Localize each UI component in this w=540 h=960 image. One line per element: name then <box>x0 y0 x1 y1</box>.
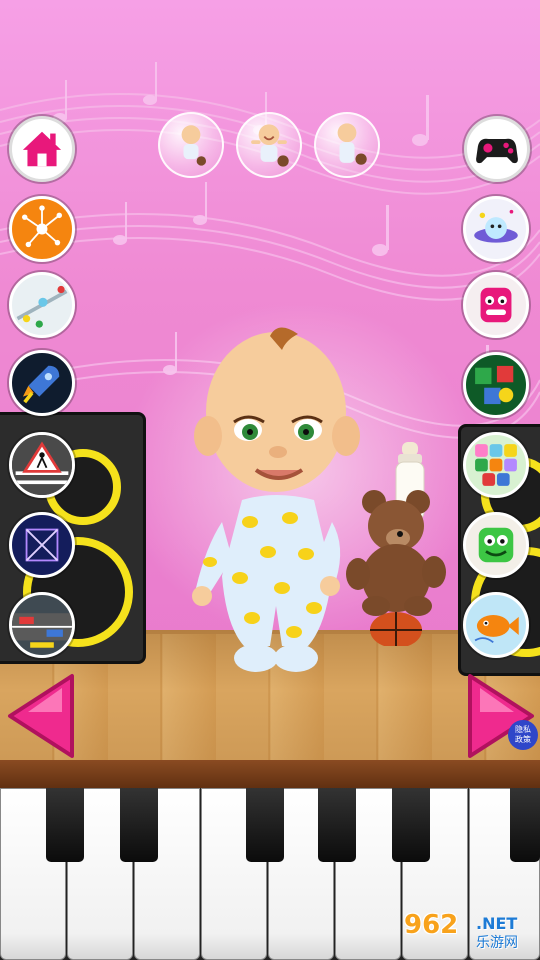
gamepad-icon <box>476 138 518 164</box>
piano-rail <box>0 760 540 790</box>
right-game-button-5[interactable] <box>463 512 529 578</box>
teddy-bear[interactable] <box>344 486 448 646</box>
character-bubble-3[interactable] <box>314 112 380 178</box>
slider-puzzle-icon <box>16 285 68 328</box>
colorful-blocks-icon <box>475 365 514 405</box>
left-arrow-icon <box>8 674 74 758</box>
prev-arrow-button[interactable] <box>6 672 78 760</box>
left-game-button-1[interactable] <box>9 196 75 262</box>
watermark-number: 962 <box>404 910 459 940</box>
road-crossing-icon <box>12 435 72 495</box>
piano-black-key-4[interactable] <box>318 788 356 862</box>
left-game-button-4[interactable] <box>9 432 75 498</box>
character-bubble-1[interactable] <box>158 112 224 178</box>
game-scene: 隐私 政策 962 .NET 乐游网 <box>0 0 540 960</box>
fish-icon <box>474 615 519 643</box>
geometry-shape-icon <box>25 528 59 562</box>
site-watermark: 962 .NET 乐游网 <box>404 908 534 954</box>
privacy-line-1: 隐私 <box>515 725 531 734</box>
left-game-button-5[interactable] <box>9 512 75 578</box>
baby-character[interactable] <box>186 326 366 690</box>
right-game-button-4[interactable] <box>463 432 529 498</box>
baby-standing-icon <box>337 123 367 165</box>
traffic-road-icon <box>12 613 72 648</box>
gamepad-button[interactable] <box>464 116 530 182</box>
right-game-button-1[interactable] <box>463 196 529 262</box>
left-game-button-3[interactable] <box>9 350 75 416</box>
rocket-icon <box>22 365 60 404</box>
left-game-button-2[interactable] <box>9 272 75 338</box>
right-game-button-6[interactable] <box>463 592 529 658</box>
candy-cubes-icon <box>475 444 517 486</box>
piano-black-key-6[interactable] <box>510 788 540 862</box>
left-game-button-6[interactable] <box>9 592 75 658</box>
baby-cheering-icon <box>251 124 289 167</box>
space-ship-icon <box>474 209 518 243</box>
privacy-line-2: 政策 <box>515 735 531 744</box>
right-game-button-3[interactable] <box>463 352 529 418</box>
privacy-policy-badge[interactable]: 隐私 政策 <box>508 720 538 750</box>
watermark-cn: 乐游网 <box>476 935 518 951</box>
baby-sitting-icon <box>181 125 207 166</box>
pink-monster-icon <box>480 287 512 323</box>
green-monster-icon <box>478 527 514 563</box>
home-button[interactable] <box>9 116 75 182</box>
home-icon <box>22 131 62 167</box>
character-bubble-2[interactable] <box>236 112 302 178</box>
orange-network-icon <box>22 205 62 248</box>
right-game-button-2[interactable] <box>463 272 529 338</box>
piano-black-key-5[interactable] <box>392 788 430 862</box>
watermark-suffix: .NET <box>476 914 518 933</box>
piano-black-key-3[interactable] <box>246 788 284 862</box>
piano-black-key-1[interactable] <box>46 788 84 862</box>
piano-black-key-2[interactable] <box>120 788 158 862</box>
